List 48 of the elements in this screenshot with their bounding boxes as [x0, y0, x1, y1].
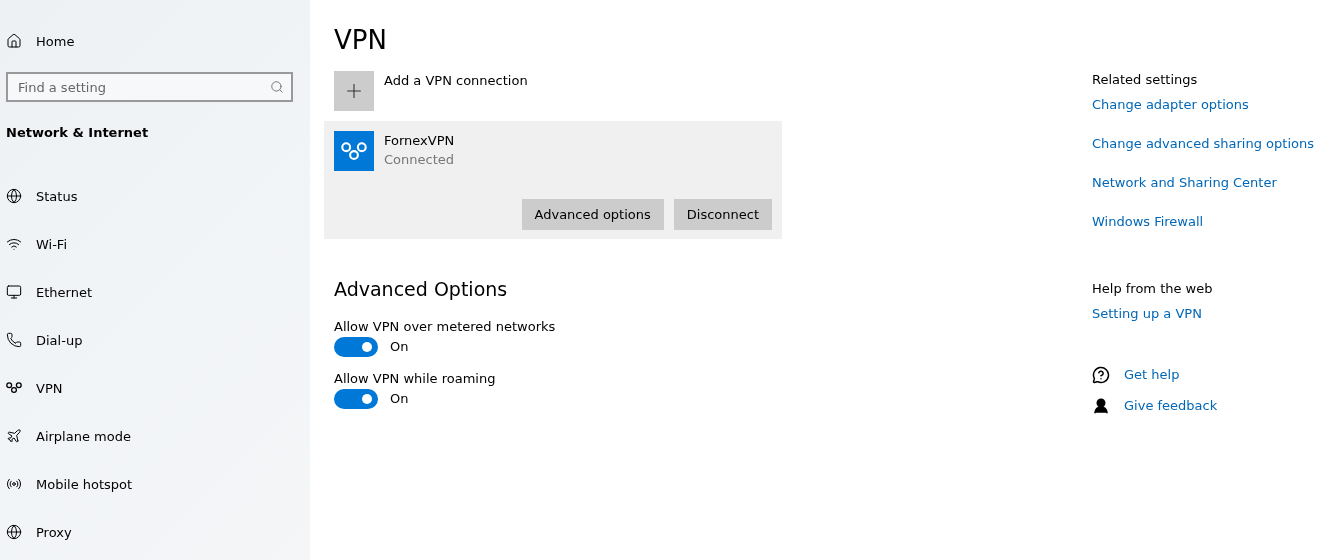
nav-item[interactable]: Ethernet	[6, 268, 310, 316]
toggle-state: On	[390, 390, 409, 408]
monitor-icon	[6, 284, 22, 300]
nav-item[interactable]: Proxy	[6, 508, 310, 556]
connection-status: Connected	[384, 151, 454, 169]
nav-item[interactable]: Dial-up	[6, 316, 310, 364]
card-button[interactable]: Advanced options	[521, 199, 664, 230]
home-link[interactable]: Home	[6, 21, 310, 61]
settings-link[interactable]: Windows Firewall	[1092, 212, 1204, 232]
help-link[interactable]: Setting up a VPN	[1092, 304, 1202, 324]
search-field[interactable]: Find a setting	[6, 72, 293, 102]
section-heading: Network & Internet	[6, 125, 150, 142]
nav-item[interactable]: Wi-Fi	[6, 220, 310, 268]
related-heading: Related settings	[1092, 71, 1198, 89]
card-button[interactable]: Disconnect	[673, 199, 772, 230]
vpn-icon	[6, 382, 22, 394]
settings-link[interactable]: Change advanced sharing options	[1092, 134, 1314, 154]
vpn-icon	[341, 141, 367, 161]
connection-name: FornexVPN	[384, 132, 455, 150]
nav-item[interactable]: Status	[6, 172, 310, 220]
toggle-state: On	[390, 338, 409, 356]
add-tile[interactable]	[334, 71, 374, 111]
help-heading: Help from the web	[1092, 280, 1213, 298]
nav-item[interactable]: Airplane mode	[6, 412, 310, 460]
globe-icon	[6, 188, 22, 204]
settings-link[interactable]: Change adapter options	[1092, 95, 1249, 115]
nav-item[interactable]: Mobile hotspot	[6, 460, 310, 508]
section-heading: Advanced Options	[334, 277, 508, 301]
wifi-icon	[6, 236, 22, 252]
toggle-switch[interactable]	[334, 337, 378, 357]
hotspot-icon	[6, 476, 22, 492]
search-icon	[270, 80, 284, 94]
support-link[interactable]: Get help	[1124, 365, 1180, 385]
support-link[interactable]: Give feedback	[1124, 396, 1218, 416]
add-connection-label[interactable]: Add a VPN connection	[384, 71, 528, 111]
settings-link[interactable]: Network and Sharing Center	[1092, 173, 1277, 193]
connection-card[interactable]: FornexVPN Connected Advanced options Disconnect	[324, 121, 782, 239]
toggle-switch[interactable]	[334, 389, 378, 409]
airplane-icon	[6, 428, 22, 444]
person-icon	[1092, 397, 1110, 415]
phone-icon	[6, 332, 22, 348]
globe-icon	[6, 524, 22, 540]
home-icon	[6, 33, 22, 49]
toggle-label: Allow VPN over metered networks	[334, 318, 556, 336]
help-icon	[1092, 366, 1110, 384]
nav-item[interactable]: VPN	[6, 364, 310, 412]
page-title: VPN	[334, 24, 387, 57]
toggle-label: Allow VPN while roaming	[334, 370, 496, 388]
